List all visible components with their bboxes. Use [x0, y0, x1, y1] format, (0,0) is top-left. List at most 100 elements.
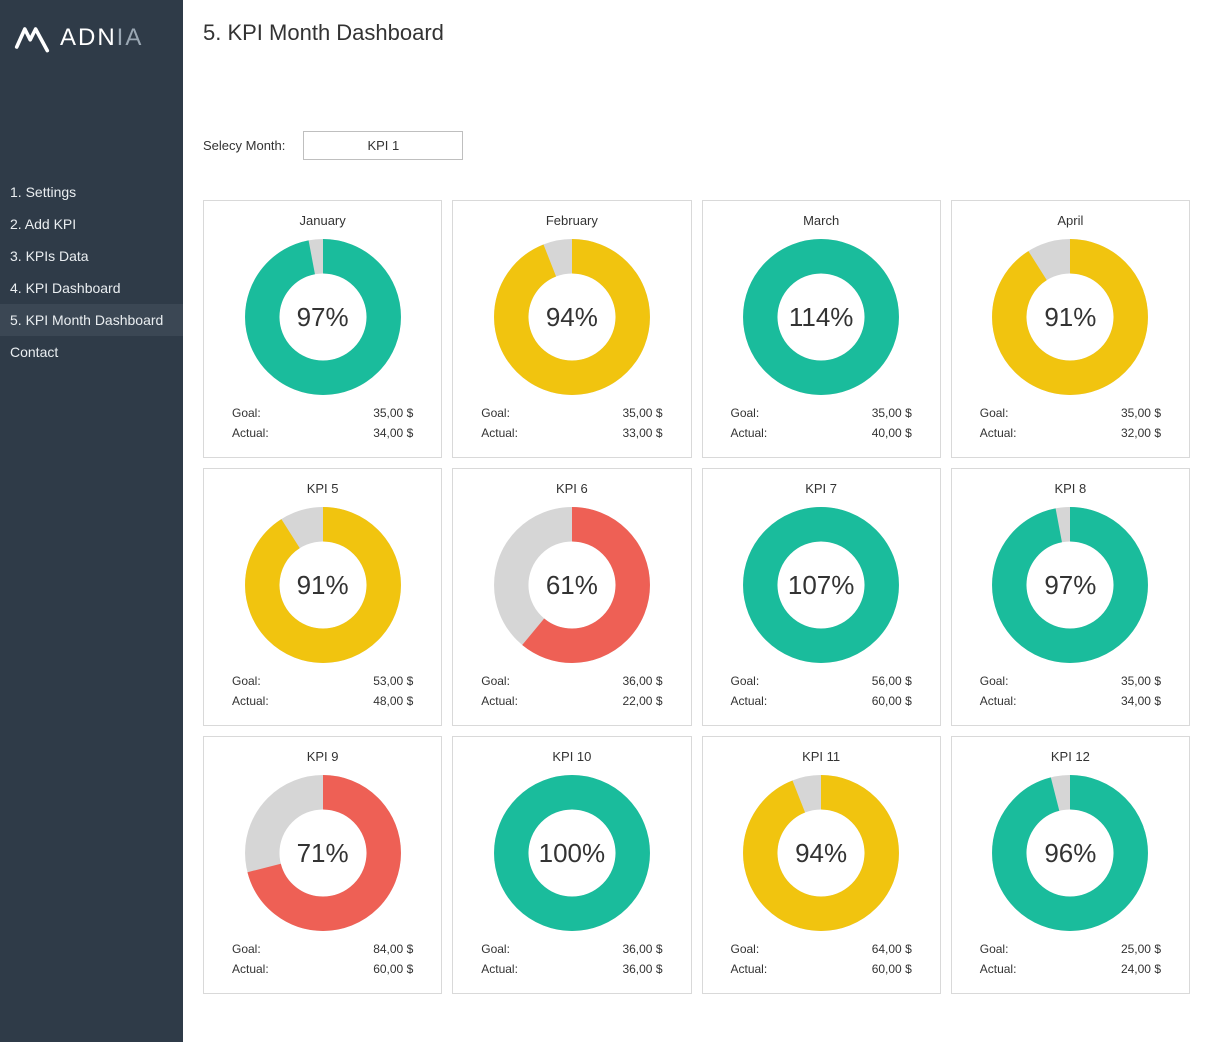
- kpi-grid: January97%Goal:35,00 $Actual:34,00 $Febr…: [203, 200, 1190, 994]
- kpi-card-5: KPI 6 61% Goal: 36,00 $ Actual: 22,00 $: [452, 468, 691, 726]
- actual-value: 40,00 $: [872, 426, 912, 440]
- goal-label: Goal:: [731, 942, 760, 956]
- goal-value: 56,00 $: [872, 674, 912, 688]
- goal-label: Goal:: [481, 674, 510, 688]
- goal-label: Goal:: [232, 406, 261, 420]
- actual-value: 48,00 $: [373, 694, 413, 708]
- select-month-dropdown[interactable]: KPI 1: [303, 131, 463, 160]
- kpi-card-8: KPI 971%Goal:84,00 $Actual:60,00 $: [203, 736, 442, 994]
- kpi-percent: 96%: [989, 772, 1151, 934]
- goal-label: Goal:: [481, 942, 510, 956]
- kpi-donut: 91%: [989, 236, 1151, 398]
- goal-value: 36,00 $: [622, 942, 662, 956]
- actual-value: 60,00 $: [373, 962, 413, 976]
- actual-value: 36,00 $: [622, 962, 662, 976]
- kpi-donut: 107%: [740, 504, 902, 666]
- actual-label: Actual:: [481, 426, 518, 440]
- kpi-card-title: KPI 5: [307, 481, 339, 496]
- kpi-card-title: KPI 9: [307, 749, 339, 764]
- kpi-card-0: January97%Goal:35,00 $Actual:34,00 $: [203, 200, 442, 458]
- actual-label: Actual:: [731, 694, 768, 708]
- sidebar-item-5[interactable]: Contact: [0, 336, 183, 368]
- actual-label: Actual:: [980, 962, 1017, 976]
- brand-name-grey: IA: [117, 24, 144, 51]
- actual-label: Actual:: [731, 962, 768, 976]
- kpi-donut: 97%: [242, 236, 404, 398]
- kpi-percent: 100%: [491, 772, 653, 934]
- actual-value: 60,00 $: [872, 962, 912, 976]
- kpi-card-1: February94%Goal:35,00 $Actual:33,00 $: [452, 200, 691, 458]
- brand-logo: ADNIA: [0, 20, 183, 56]
- goal-label: Goal:: [481, 406, 510, 420]
- actual-value: 32,00 $: [1121, 426, 1161, 440]
- goal-value: 35,00 $: [1121, 406, 1161, 420]
- sidebar-item-0[interactable]: 1. Settings: [0, 176, 183, 208]
- actual-label: Actual:: [980, 694, 1017, 708]
- goal-label: Goal:: [980, 406, 1009, 420]
- kpi-donut: 61%: [491, 504, 653, 666]
- kpi-stats: Goal:25,00 $Actual:24,00 $: [952, 934, 1189, 986]
- select-month-label: Selecy Month:: [203, 138, 285, 153]
- kpi-card-3: April91%Goal:35,00 $Actual:32,00 $: [951, 200, 1190, 458]
- goal-label: Goal:: [980, 942, 1009, 956]
- kpi-percent: 97%: [242, 236, 404, 398]
- actual-label: Actual:: [481, 694, 518, 708]
- kpi-donut: 100%: [491, 772, 653, 934]
- actual-label: Actual:: [232, 962, 269, 976]
- goal-value: 35,00 $: [1121, 674, 1161, 688]
- kpi-stats: Goal:35,00 $Actual:40,00 $: [703, 398, 940, 450]
- kpi-donut: 94%: [491, 236, 653, 398]
- kpi-card-title: KPI 6: [556, 481, 588, 496]
- kpi-card-title: KPI 12: [1051, 749, 1090, 764]
- kpi-card-6: KPI 7107%Goal:56,00 $Actual:60,00 $: [702, 468, 941, 726]
- goal-label: Goal:: [731, 674, 760, 688]
- kpi-donut: 97%: [989, 504, 1151, 666]
- sidebar-item-4[interactable]: 5. KPI Month Dashboard: [0, 304, 183, 336]
- kpi-percent: 94%: [740, 772, 902, 934]
- actual-value: 22,00 $: [622, 694, 662, 708]
- kpi-donut: 71%: [242, 772, 404, 934]
- brand-name-white: ADN: [60, 24, 117, 51]
- brand-name: ADNIA: [60, 24, 143, 52]
- sidebar-item-1[interactable]: 2. Add KPI: [0, 208, 183, 240]
- actual-value: 34,00 $: [1121, 694, 1161, 708]
- goal-value: 36,00 $: [622, 674, 662, 688]
- kpi-card-title: KPI 8: [1054, 481, 1086, 496]
- goal-label: Goal:: [980, 674, 1009, 688]
- kpi-stats: Goal: 56,00 $ Actual: 60,00 $: [703, 666, 940, 718]
- kpi-donut: 96%: [989, 772, 1151, 934]
- kpi-card-10: KPI 1194%Goal:64,00 $Actual:60,00 $: [702, 736, 941, 994]
- goal-label: Goal:: [232, 674, 261, 688]
- kpi-card-title: April: [1057, 213, 1083, 228]
- kpi-donut: 94%: [740, 772, 902, 934]
- actual-value: 34,00 $: [373, 426, 413, 440]
- kpi-card-2: March114%Goal:35,00 $Actual:40,00 $: [702, 200, 941, 458]
- kpi-percent: 91%: [989, 236, 1151, 398]
- kpi-card-title: January: [300, 213, 346, 228]
- goal-value: 35,00 $: [872, 406, 912, 420]
- kpi-donut: 114%: [740, 236, 902, 398]
- kpi-percent: 61%: [491, 504, 653, 666]
- actual-value: 60,00 $: [872, 694, 912, 708]
- actual-label: Actual:: [232, 694, 269, 708]
- actual-value: 33,00 $: [622, 426, 662, 440]
- goal-value: 53,00 $: [373, 674, 413, 688]
- goal-value: 25,00 $: [1121, 942, 1161, 956]
- goal-value: 35,00 $: [622, 406, 662, 420]
- kpi-card-title: KPI 10: [552, 749, 591, 764]
- kpi-card-title: March: [803, 213, 839, 228]
- select-month-row: Selecy Month: KPI 1: [203, 131, 1190, 160]
- goal-label: Goal:: [731, 406, 760, 420]
- kpi-card-7: KPI 8 97% Goal: 35,00 $ Actual: 34,00 $: [951, 468, 1190, 726]
- kpi-card-4: KPI 591%Goal:53,00 $Actual:48,00 $: [203, 468, 442, 726]
- kpi-card-11: KPI 1296%Goal:25,00 $Actual:24,00 $: [951, 736, 1190, 994]
- sidebar-item-2[interactable]: 3. KPIs Data: [0, 240, 183, 272]
- kpi-stats: Goal:84,00 $Actual:60,00 $: [204, 934, 441, 986]
- sidebar-item-3[interactable]: 4. KPI Dashboard: [0, 272, 183, 304]
- actual-label: Actual:: [481, 962, 518, 976]
- goal-value: 64,00 $: [872, 942, 912, 956]
- kpi-stats: Goal: 36,00 $ Actual: 36,00 $: [453, 934, 690, 986]
- kpi-percent: 107%: [740, 504, 902, 666]
- goal-value: 84,00 $: [373, 942, 413, 956]
- page-title: 5. KPI Month Dashboard: [203, 20, 1190, 46]
